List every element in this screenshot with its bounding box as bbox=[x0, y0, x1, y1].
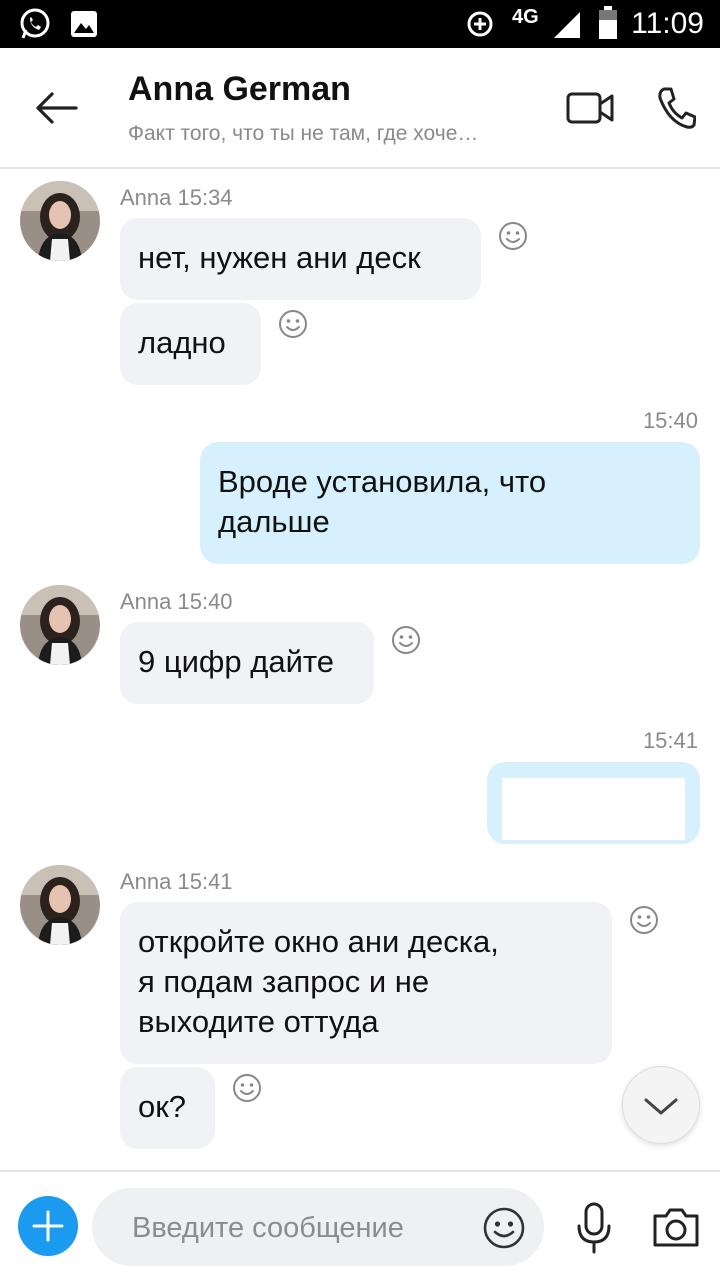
add-button[interactable] bbox=[18, 1196, 78, 1256]
avatar[interactable] bbox=[20, 181, 100, 261]
back-arrow-icon[interactable] bbox=[32, 84, 80, 132]
add-reaction-icon[interactable] bbox=[497, 220, 529, 252]
signal-icon bbox=[554, 12, 580, 38]
message-composer: Введите сообщение bbox=[0, 1170, 720, 1280]
data-saver-icon bbox=[467, 11, 493, 37]
status-bar: 4G 11:09 bbox=[0, 0, 720, 48]
battery-icon bbox=[599, 6, 617, 39]
add-reaction-icon[interactable] bbox=[390, 624, 422, 656]
message-bubble[interactable]: ок? bbox=[120, 1067, 215, 1149]
chat-header: Anna German Факт того, что ты не там, гд… bbox=[0, 48, 720, 169]
network-type: 4G bbox=[512, 6, 539, 28]
avatar[interactable] bbox=[20, 865, 100, 945]
camera-icon[interactable] bbox=[652, 1206, 700, 1248]
message-bubble[interactable]: 9 цифр дайте bbox=[120, 622, 374, 704]
message-meta: Anna 15:41 bbox=[120, 869, 233, 894]
message-list[interactable]: Anna 15:34 нет, нужен ани деск ладно 15:… bbox=[0, 170, 720, 1170]
contact-name[interactable]: Anna German bbox=[128, 70, 351, 109]
contact-status-message[interactable]: Факт того, что ты не там, где хоче… bbox=[128, 122, 478, 146]
gallery-icon bbox=[71, 11, 97, 37]
avatar[interactable] bbox=[20, 585, 100, 665]
message-bubble[interactable]: откройте окно ани деска, я подам запрос … bbox=[120, 902, 612, 1064]
message-bubble-outgoing[interactable]: Вроде установила, что дальше bbox=[200, 442, 700, 564]
whatsapp-icon bbox=[20, 8, 50, 39]
message-time: 15:40 bbox=[642, 408, 698, 433]
phone-icon[interactable] bbox=[656, 86, 696, 130]
message-meta: Anna 15:40 bbox=[120, 589, 233, 614]
video-call-icon[interactable] bbox=[566, 90, 614, 126]
message-time: 15:41 bbox=[642, 728, 698, 753]
message-bubble[interactable]: ладно bbox=[120, 303, 261, 385]
scroll-to-bottom-button[interactable] bbox=[622, 1066, 700, 1144]
add-reaction-icon[interactable] bbox=[277, 308, 309, 340]
message-meta: Anna 15:34 bbox=[120, 185, 233, 210]
add-reaction-icon[interactable] bbox=[628, 904, 660, 936]
add-reaction-icon[interactable] bbox=[231, 1072, 263, 1104]
chevron-down-icon bbox=[644, 1098, 678, 1115]
clock: 11:09 bbox=[631, 7, 704, 40]
message-bubble[interactable]: нет, нужен ани деск bbox=[120, 218, 481, 300]
emoji-icon[interactable] bbox=[482, 1206, 526, 1250]
add-icon bbox=[32, 1210, 64, 1242]
message-input-placeholder[interactable]: Введите сообщение bbox=[132, 1212, 404, 1245]
microphone-icon[interactable] bbox=[576, 1202, 612, 1254]
redacted-content bbox=[502, 778, 685, 840]
message-input[interactable]: Введите сообщение bbox=[92, 1188, 544, 1266]
